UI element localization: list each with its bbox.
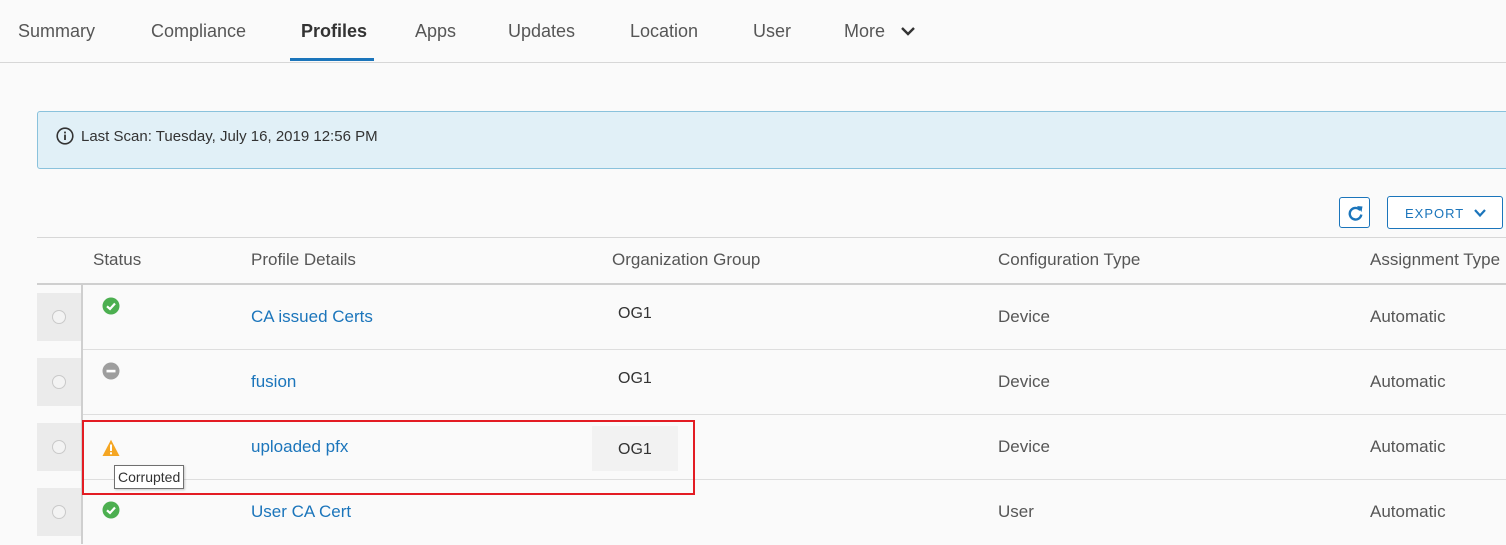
tab-updates[interactable]: Updates bbox=[508, 21, 575, 42]
chevron-down-icon[interactable] bbox=[900, 24, 916, 38]
tab-more[interactable]: More bbox=[844, 21, 885, 42]
minus-circle-icon bbox=[102, 362, 120, 380]
refresh-icon bbox=[1348, 206, 1363, 221]
tab-profiles[interactable]: Profiles bbox=[301, 21, 367, 42]
column-header-configuration-type[interactable]: Configuration Type bbox=[998, 250, 1140, 270]
row-select-cell bbox=[37, 488, 81, 536]
column-header-status[interactable]: Status bbox=[93, 250, 141, 270]
check-circle-icon bbox=[102, 297, 120, 315]
profile-link[interactable]: fusion bbox=[251, 372, 296, 392]
row-select-cell bbox=[37, 293, 81, 341]
column-header-organization-group[interactable]: Organization Group bbox=[612, 250, 760, 270]
check-circle-icon bbox=[102, 501, 120, 519]
profile-link[interactable]: CA issued Certs bbox=[251, 307, 373, 327]
tab-compliance[interactable]: Compliance bbox=[151, 21, 246, 42]
column-header-profile-details[interactable]: Profile Details bbox=[251, 250, 356, 270]
configuration-type-cell: Device bbox=[998, 437, 1050, 456]
row-select-radio[interactable] bbox=[52, 310, 66, 324]
assignment-type-cell: Automatic bbox=[1370, 372, 1446, 391]
export-button[interactable]: EXPORT bbox=[1387, 196, 1503, 229]
tab-location[interactable]: Location bbox=[630, 21, 698, 42]
tab-summary[interactable]: Summary bbox=[18, 21, 95, 42]
configuration-type-cell: User bbox=[998, 502, 1034, 521]
row-select-radio[interactable] bbox=[52, 375, 66, 389]
row-select-radio[interactable] bbox=[52, 505, 66, 519]
last-scan-text: Last Scan: Tuesday, July 16, 2019 12:56 … bbox=[81, 128, 378, 145]
assignment-type-cell: Automatic bbox=[1370, 307, 1446, 326]
configuration-type-cell: Device bbox=[998, 372, 1050, 391]
column-header-assignment-type[interactable]: Assignment Type bbox=[1370, 250, 1500, 270]
row-select-cell bbox=[37, 358, 81, 406]
table-row: fusion OG1 Device Automatic bbox=[0, 350, 1506, 415]
row-select-radio[interactable] bbox=[52, 440, 66, 454]
row-select-cell bbox=[37, 423, 81, 471]
grid-top-border bbox=[37, 237, 1506, 238]
tab-bar: Summary Compliance Profiles Apps Updates… bbox=[0, 0, 1506, 63]
profile-link[interactable]: User CA Cert bbox=[251, 502, 351, 522]
active-tab-indicator bbox=[290, 58, 374, 61]
info-circle-icon bbox=[56, 127, 74, 145]
organization-group-cell: OG1 bbox=[618, 305, 652, 322]
chevron-down-icon bbox=[1474, 209, 1486, 218]
organization-group-cell: OG1 bbox=[618, 370, 652, 387]
assignment-type-cell: Automatic bbox=[1370, 502, 1446, 521]
tab-user[interactable]: User bbox=[753, 21, 791, 42]
highlight-annotation-box bbox=[82, 420, 695, 495]
configuration-type-cell: Device bbox=[998, 307, 1050, 326]
tab-apps[interactable]: Apps bbox=[415, 21, 456, 42]
export-label: EXPORT bbox=[1405, 206, 1465, 221]
last-scan-banner: Last Scan: Tuesday, July 16, 2019 12:56 … bbox=[37, 111, 1506, 169]
assignment-type-cell: Automatic bbox=[1370, 437, 1446, 456]
refresh-button[interactable] bbox=[1339, 197, 1370, 228]
table-row: CA issued Certs OG1 Device Automatic bbox=[0, 285, 1506, 350]
